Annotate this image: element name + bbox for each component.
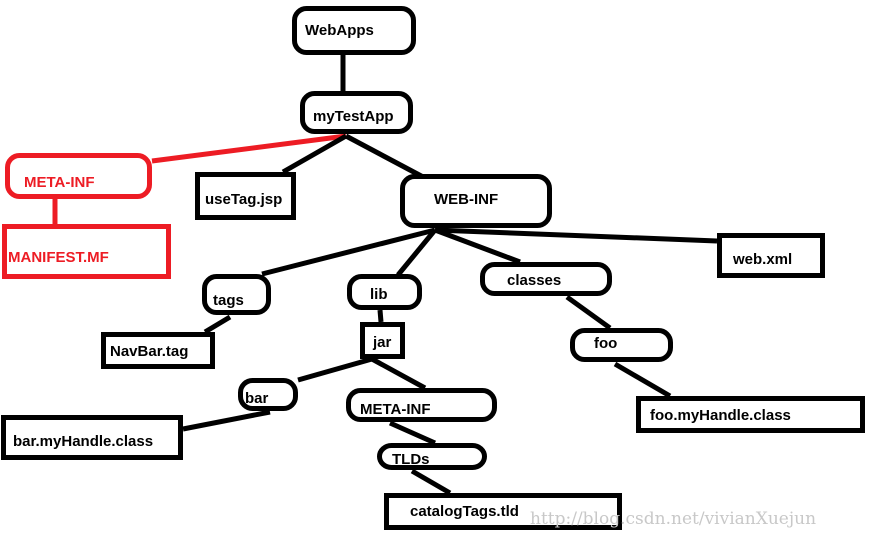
node-meta-inf-jar: META-INF [346, 388, 497, 422]
node-usetag: useTag.jsp [195, 172, 296, 220]
edge-tlds-to-catalog [410, 468, 452, 496]
node-manifest: MANIFEST.MF [2, 224, 171, 279]
node-box [570, 328, 673, 362]
directory-tree-diagram: WebApps myTestApp META-INF MANIFEST.MF useTa… [1, 6, 865, 530]
node-label: foo [594, 335, 617, 352]
node-tags: tags [202, 274, 271, 315]
edge-jar-to-meta-inf-jar [370, 356, 427, 391]
node-label: NavBar.tag [110, 343, 188, 360]
node-label: foo.myHandle.class [650, 407, 791, 424]
node-label: tags [213, 292, 244, 309]
edge-lib-to-jar [377, 309, 384, 323]
node-foo: foo [570, 328, 673, 362]
node-label: useTag.jsp [205, 191, 282, 208]
node-label: WEB-INF [434, 191, 498, 208]
edge-foo-to-foo-handle [613, 361, 672, 399]
nodes: WebApps myTestApp META-INF MANIFEST.MF useTa… [1, 6, 865, 530]
node-label: META-INF [24, 174, 95, 191]
node-meta-inf-red: META-INF [5, 153, 152, 199]
node-tlds: TLDs [377, 443, 487, 470]
node-label: classes [507, 272, 561, 289]
edge-web-inf-to-tags [261, 227, 436, 277]
node-label: TLDs [392, 451, 430, 468]
node-label: web.xml [732, 251, 792, 268]
edge-bar-to-bar-handle [182, 409, 271, 432]
node-label: jar [372, 334, 392, 351]
node-label: META-INF [360, 401, 431, 418]
node-label: lib [370, 286, 388, 303]
node-lib: lib [347, 274, 422, 310]
edge-tags-to-navbar [203, 314, 232, 335]
node-mytestapp: myTestApp [300, 91, 413, 134]
node-foo-handle: foo.myHandle.class [636, 396, 865, 433]
node-jar: jar [360, 322, 405, 359]
edge-classes-to-foo [565, 294, 612, 331]
node-web-inf: WEB-INF [400, 174, 552, 228]
edge-mytestapp-to-meta-inf-red [151, 133, 347, 164]
node-label: MANIFEST.MF [8, 249, 109, 266]
node-classes: classes [480, 262, 612, 296]
edge-meta-inf-jar-to-tlds [388, 420, 437, 446]
node-bar: bar [238, 378, 298, 411]
node-label: WebApps [305, 22, 374, 39]
diagram-canvas: WebApps myTestApp META-INF MANIFEST.MF useTa… [0, 0, 873, 538]
node-webapps: WebApps [292, 6, 416, 55]
edge-jar-to-bar [297, 356, 373, 383]
node-bar-handle: bar.myHandle.class [1, 415, 183, 460]
node-label: bar [245, 390, 269, 407]
edge-web-inf-to-webxml [434, 227, 718, 244]
node-label: catalogTags.tld [410, 503, 519, 520]
node-webxml: web.xml [717, 233, 825, 278]
node-label: bar.myHandle.class [13, 433, 153, 450]
watermark: http://blog.csdn.net/vivianXuejun [530, 509, 816, 529]
node-label: myTestApp [313, 108, 394, 125]
edge-mytestapp-to-web-inf [344, 133, 427, 181]
node-navbar: NavBar.tag [101, 332, 215, 369]
